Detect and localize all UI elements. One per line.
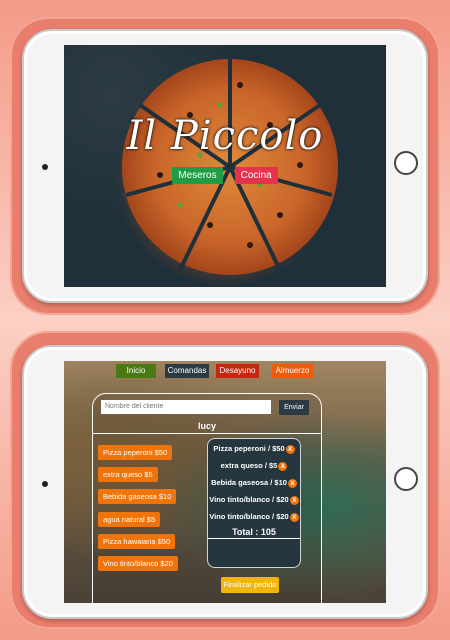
bottom-frame: Inicio Comandas Desayuno Almuerzo Enviar… [10, 331, 440, 629]
client-name: lucy [197, 421, 216, 431]
order-line: Vino tinto/blanco / $20 X [208, 495, 300, 505]
bottom-screen: Inicio Comandas Desayuno Almuerzo Enviar… [64, 361, 386, 603]
remove-icon[interactable]: X [285, 444, 295, 454]
camera-icon [42, 481, 48, 487]
order-summary: Pizza peperoni / $50 X extra queso / $5 X … [207, 438, 301, 568]
order-line: Pizza peperoni / $50 X [208, 444, 300, 454]
menu-item-agua-natural[interactable]: agua natural $5 [98, 512, 161, 527]
order-line-text: Pizza peperoni / $50 [213, 444, 285, 453]
order-total: Total : 105 [232, 527, 276, 537]
home-button-icon[interactable] [394, 467, 418, 491]
order-line-text: Vino tinto/blanco / $20 [209, 512, 289, 521]
remove-icon[interactable]: X [289, 495, 299, 505]
order-line-text: Bebida gaseosa / $10 [211, 478, 287, 487]
role-buttons: Meseros Cocina [64, 167, 386, 184]
order-line-text: extra queso / $5 [220, 461, 278, 470]
bottom-tablet: Inicio Comandas Desayuno Almuerzo Enviar… [22, 345, 428, 619]
send-button[interactable]: Enviar [279, 400, 309, 415]
menu-item-bebida-gaseosa[interactable]: Bebida gaseosa $10 [98, 489, 177, 504]
nav-comandas[interactable]: Comandas [165, 364, 209, 378]
remove-icon[interactable]: X [289, 512, 299, 522]
top-screen: Il Piccolo Meseros Cocina [64, 45, 386, 287]
order-line: Vino tinto/blanco / $20 X [208, 512, 300, 522]
order-line: Bebida gaseosa / $10 X [208, 478, 300, 488]
nav-desayuno[interactable]: Desayuno [216, 364, 259, 378]
remove-icon[interactable]: X [287, 478, 297, 488]
order-line-text: Vino tinto/blanco / $20 [209, 495, 289, 504]
home-button-icon[interactable] [394, 151, 418, 175]
menu-item-vino[interactable]: Vino tinto/blanco $20 [98, 556, 178, 571]
menu-item-pizza-peperoni[interactable]: Pizza peperoni $50 [98, 445, 173, 460]
logo-text: Il Piccolo [126, 113, 324, 159]
meseros-button[interactable]: Meseros [172, 167, 223, 184]
top-frame: Il Piccolo Meseros Cocina [10, 17, 440, 315]
nav-almuerzo[interactable]: Almuerzo [272, 364, 313, 378]
nav-inicio[interactable]: Inicio [116, 364, 156, 378]
order-panel: Enviar lucy Pizza peperoni $50 extra que… [92, 393, 322, 603]
menu-item-pizza-hawaiana[interactable]: Pizza hawaiana $50 [98, 534, 176, 549]
camera-icon [42, 164, 48, 170]
menu-item-extra-queso[interactable]: extra queso $5 [98, 467, 158, 482]
divider [93, 433, 321, 434]
total-divider [208, 538, 300, 539]
client-name-input[interactable] [101, 400, 271, 414]
order-line: extra queso / $5 X [208, 461, 300, 471]
cocina-button[interactable]: Cocina [234, 167, 278, 184]
top-tablet: Il Piccolo Meseros Cocina [22, 29, 428, 303]
finish-order-button[interactable]: Finalizar pedido [221, 577, 279, 593]
pizza-image [122, 55, 338, 275]
remove-icon[interactable]: X [278, 461, 288, 471]
